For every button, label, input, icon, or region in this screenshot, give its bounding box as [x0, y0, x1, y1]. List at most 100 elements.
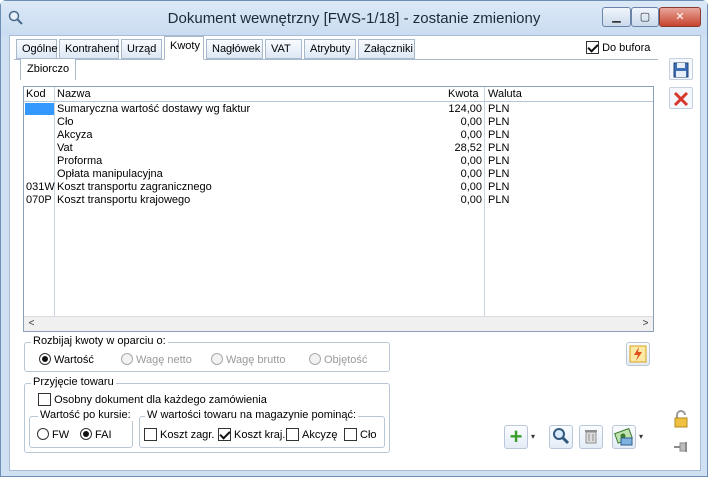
cell-kwota: 124,00	[448, 103, 482, 115]
generate-button[interactable]	[626, 342, 650, 366]
pomin-options-option[interactable]: Cło	[344, 428, 377, 441]
option-label: Koszt kraj.	[234, 429, 286, 441]
osobny-check-icon[interactable]	[38, 393, 51, 406]
magnifier-icon	[553, 428, 570, 445]
pomin-legend: W wartości towaru na magazynie pominąć:	[145, 409, 359, 421]
red-x-icon	[673, 91, 689, 107]
pomin-options-option[interactable]: Koszt kraj.	[218, 428, 285, 441]
preview-button[interactable]	[549, 425, 573, 449]
save-button[interactable]	[669, 58, 693, 80]
pin-button[interactable]	[669, 438, 693, 460]
wartosc_po_kursie-options-option[interactable]: FW	[37, 428, 69, 441]
unlock-button[interactable]	[669, 409, 693, 431]
title-bar[interactable]: Dokument wewnętrzny [FWS-1/18] - zostani…	[1, 1, 707, 35]
tab-3[interactable]: Kwoty	[164, 36, 204, 60]
cell-kod: 070P	[26, 194, 52, 206]
radio-icon[interactable]	[211, 353, 223, 365]
radio-icon[interactable]	[39, 353, 51, 365]
cell-nazwa: Koszt transportu zagranicznego	[57, 181, 212, 193]
checkbox-icon[interactable]	[344, 428, 357, 441]
cell-kwota: 0,00	[460, 181, 482, 193]
grid-header: Kod Nazwa Kwota Waluta	[24, 87, 653, 102]
checkbox-icon[interactable]	[218, 428, 231, 441]
minimize-button[interactable]: ▁	[602, 7, 631, 27]
pomin-group: W wartości towaru na magazynie pominąć: …	[139, 409, 385, 448]
cell-kwota: 0,00	[460, 129, 482, 141]
add-dropdown-icon[interactable]: ▾	[529, 425, 537, 449]
cell-kwota: 0,00	[460, 168, 482, 180]
radio-icon[interactable]	[309, 353, 321, 365]
option-label: FW	[52, 429, 70, 441]
checkbox-icon[interactable]	[286, 428, 299, 441]
radio-icon[interactable]	[121, 353, 133, 365]
option-label: FAI	[95, 429, 112, 441]
tab-4[interactable]: Nagłówek	[206, 39, 263, 59]
do-bufora-checkbox[interactable]: Do bufora	[586, 41, 650, 54]
wartosc_po_kursie-options-option[interactable]: FAI	[80, 428, 112, 441]
cell-waluta: PLN	[488, 155, 510, 167]
tab-0[interactable]: Ogólne	[16, 39, 57, 59]
rozbijaj-options-option[interactable]: Wagę brutto	[211, 353, 286, 366]
cell-kwota: 0,00	[460, 155, 482, 167]
option-label: Wagę brutto	[226, 354, 286, 366]
scroll-left-icon[interactable]: <	[24, 317, 39, 331]
amounts-grid[interactable]: Kod Nazwa Kwota Waluta Sumaryczna wartoś…	[23, 86, 654, 332]
lightning-icon	[629, 345, 647, 363]
scroll-right-icon[interactable]: >	[638, 317, 653, 331]
rozbijaj-options-option[interactable]: Objętość	[309, 353, 367, 366]
cell-waluta: PLN	[488, 129, 510, 141]
cell-waluta: PLN	[488, 142, 510, 154]
cell-nazwa: Vat	[57, 142, 73, 154]
tab-5[interactable]: VAT	[265, 39, 302, 59]
column-header-waluta[interactable]: Waluta	[488, 88, 522, 101]
money-icon	[614, 427, 633, 446]
tab-divider	[14, 59, 658, 60]
option-label: Cło	[360, 429, 377, 441]
cell-nazwa: Opłata manipulacyjna	[57, 168, 163, 180]
column-divider	[54, 87, 55, 317]
do-bufora-check-icon[interactable]	[586, 41, 599, 54]
tab-2[interactable]: Urząd	[121, 39, 162, 59]
do-bufora-label: Do bufora	[602, 42, 651, 54]
cell-kwota: 0,00	[460, 116, 482, 128]
rozbijaj-legend: Rozbijaj kwoty w oparciu o:	[31, 335, 168, 347]
osobny-dokument-checkbox[interactable]: Osobny dokument dla każdego zamówienia	[38, 393, 267, 406]
radio-icon[interactable]	[80, 428, 92, 440]
tab-6[interactable]: Atrybuty	[304, 39, 356, 59]
plus-icon: +	[509, 424, 523, 449]
main-window: Dokument wewnętrzny [FWS-1/18] - zostani…	[0, 0, 708, 477]
cell-kod: 031W	[26, 181, 55, 193]
client-area: Ogólne Kontrahent Urząd Kwoty Nagłówek VAT Atr…	[9, 35, 701, 471]
rozbijaj-options-option[interactable]: Wartość	[39, 353, 94, 366]
column-header-nazwa[interactable]: Nazwa	[57, 88, 91, 101]
przyjecie-legend: Przyjęcie towaru	[31, 376, 116, 388]
column-header-kod[interactable]: Kod	[26, 88, 46, 101]
przyjecie-group: Przyjęcie towaru Osobny dokument dla każ…	[24, 376, 390, 453]
subtab-zbiorczo[interactable]: Zbiorczo	[20, 58, 77, 80]
option-label: Objętość	[324, 354, 368, 366]
cell-kwota: 28,52	[454, 142, 482, 154]
delete-disabled-button[interactable]	[579, 425, 603, 449]
floppy-disk-icon	[673, 62, 689, 78]
option-label: Koszt zagr.	[160, 429, 215, 441]
rozbijaj-options-option[interactable]: Wagę netto	[121, 353, 192, 366]
pomin-options-option[interactable]: Koszt zagr.	[144, 428, 214, 441]
tab-1[interactable]: Kontrahent	[59, 39, 119, 59]
add-button[interactable]: +	[504, 425, 528, 449]
tab-7[interactable]: Załączniki	[358, 39, 415, 59]
column-divider	[484, 87, 485, 317]
close-button[interactable]: ✕	[659, 7, 701, 27]
radio-icon[interactable]	[37, 428, 49, 440]
option-label: Wartość	[54, 354, 94, 366]
horizontal-scrollbar[interactable]: < >	[24, 316, 653, 331]
kurs-legend: Wartość po kursie:	[38, 409, 133, 421]
checkbox-icon[interactable]	[144, 428, 157, 441]
column-header-kwota[interactable]: Kwota	[448, 88, 479, 101]
currency-dropdown-icon[interactable]: ▾	[637, 425, 645, 449]
pomin-options-option[interactable]: Akcyzę	[286, 428, 337, 441]
cancel-button[interactable]	[669, 87, 693, 109]
cell-nazwa: Sumaryczna wartość dostawy wg faktur	[57, 103, 251, 115]
maximize-button[interactable]: ▢	[631, 7, 659, 27]
currency-button[interactable]	[612, 425, 636, 449]
cell-nazwa: Koszt transportu krajowego	[57, 194, 191, 206]
